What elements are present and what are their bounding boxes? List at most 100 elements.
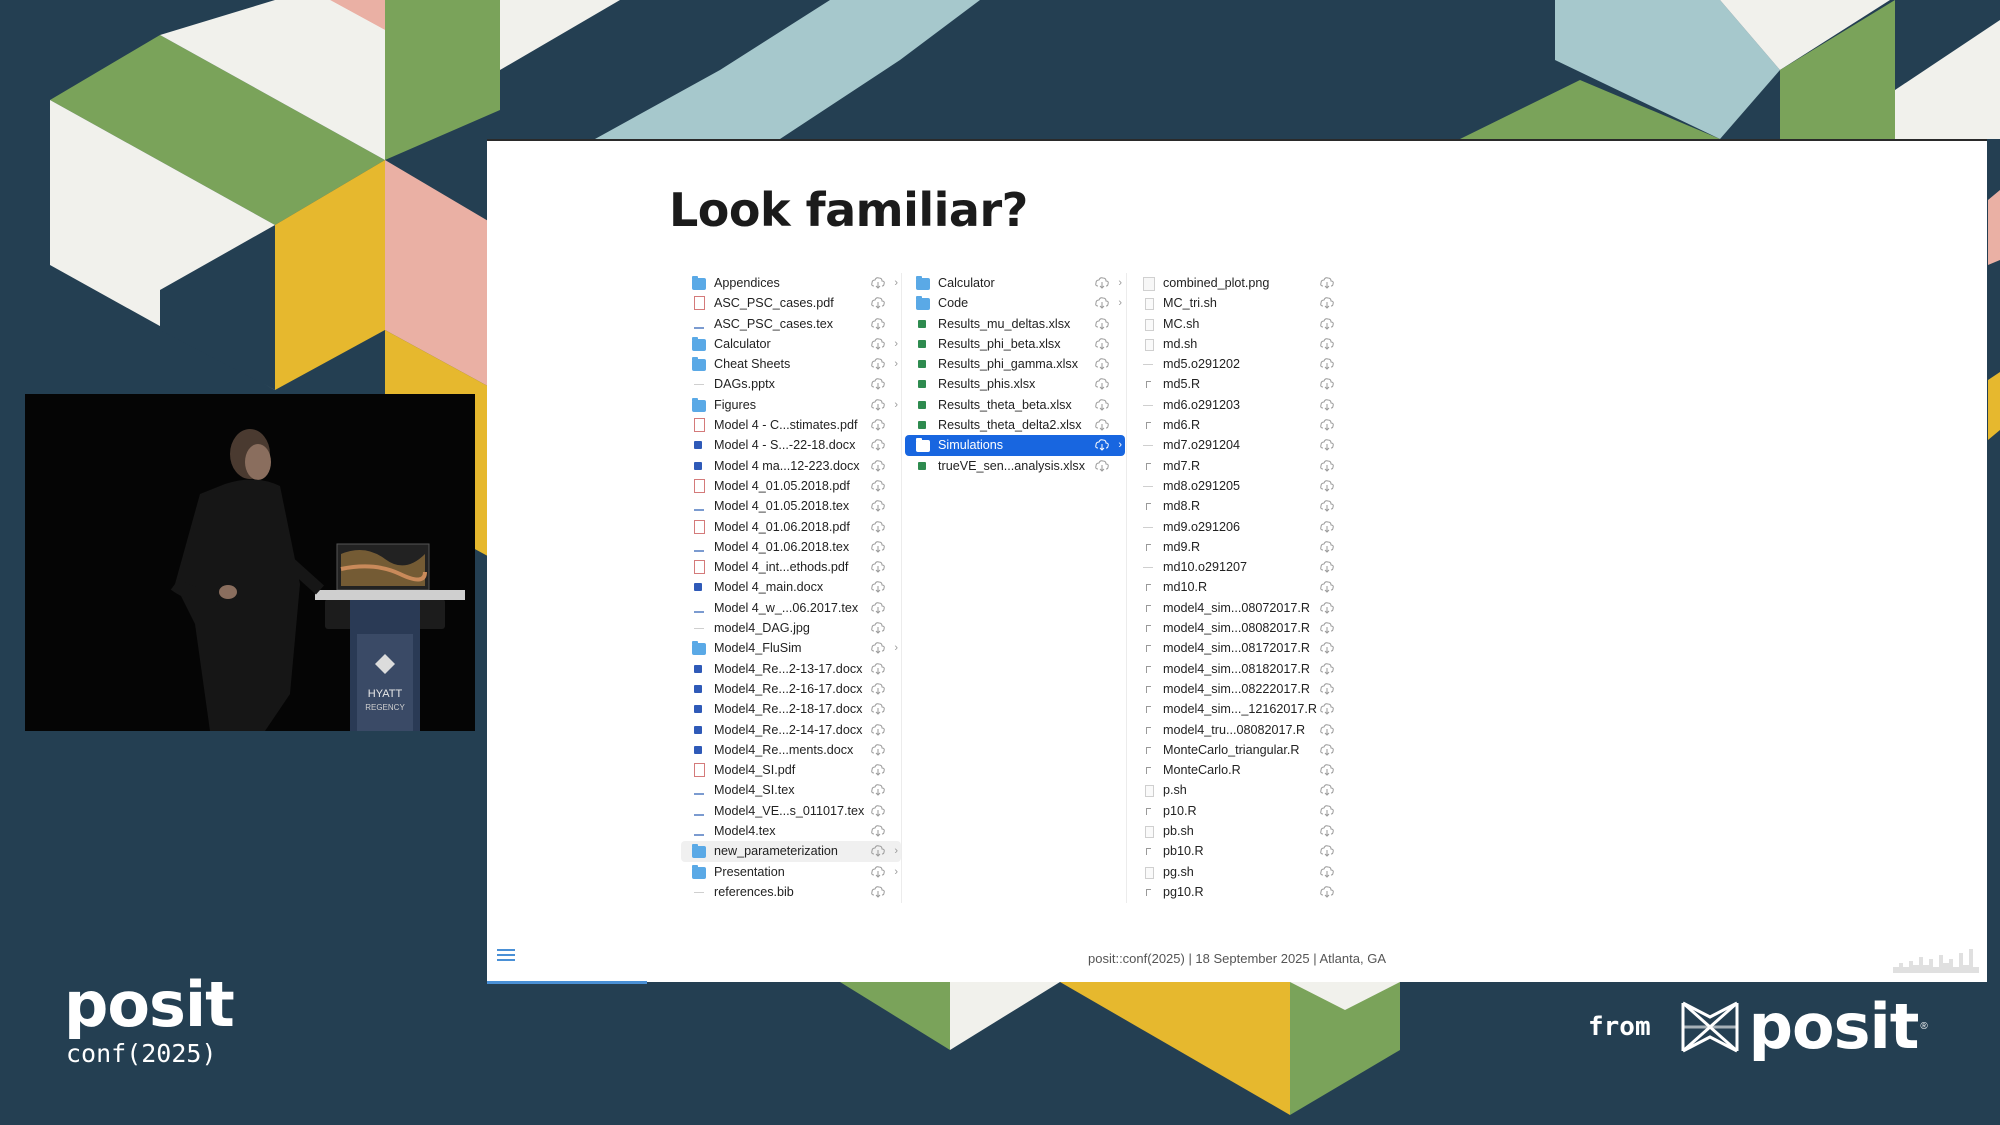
icloud-download-icon[interactable] <box>1320 602 1334 614</box>
finder-item[interactable]: model4_sim..._12162017.R <box>1130 699 1350 719</box>
finder-item[interactable]: md9.o291206 <box>1130 517 1350 537</box>
icloud-download-icon[interactable] <box>1095 439 1109 452</box>
finder-item[interactable]: Model4_Re...2-16-17.docx <box>681 679 901 699</box>
finder-item[interactable]: combined_plot.png <box>1130 273 1350 293</box>
icloud-download-icon[interactable] <box>871 500 885 512</box>
finder-item[interactable]: Model4_Re...2-18-17.docx <box>681 699 901 719</box>
icloud-download-icon[interactable] <box>871 358 885 370</box>
finder-item[interactable]: md7.R <box>1130 456 1350 476</box>
icloud-download-icon[interactable] <box>1095 338 1109 350</box>
finder-item[interactable]: Model4_VE...s_011017.tex <box>681 801 901 821</box>
finder-item[interactable]: new_parameterization › <box>681 841 901 862</box>
finder-item[interactable]: Model 4_main.docx <box>681 577 901 597</box>
icloud-download-icon[interactable] <box>871 642 885 655</box>
icloud-download-icon[interactable] <box>1320 703 1334 715</box>
finder-item[interactable]: Appendices › <box>681 273 901 293</box>
finder-item[interactable]: Model4_SI.pdf <box>681 760 901 780</box>
icloud-download-icon[interactable] <box>871 703 885 715</box>
icloud-download-icon[interactable] <box>871 297 885 310</box>
icloud-download-icon[interactable] <box>1095 277 1109 289</box>
icloud-download-icon[interactable] <box>871 317 885 330</box>
finder-item[interactable]: md5.R <box>1130 374 1350 394</box>
finder-item[interactable]: md8.o291205 <box>1130 476 1350 496</box>
finder-item[interactable]: Model4_Re...2-14-17.docx <box>681 720 901 740</box>
icloud-download-icon[interactable] <box>871 541 885 553</box>
icloud-download-icon[interactable] <box>871 277 885 289</box>
finder-item[interactable]: ASC_PSC_cases.pdf <box>681 293 901 313</box>
finder-item[interactable]: Model 4_01.05.2018.pdf <box>681 476 901 496</box>
icloud-download-icon[interactable] <box>871 459 885 472</box>
finder-item[interactable]: md9.R <box>1130 537 1350 557</box>
finder-item[interactable]: MonteCarlo.R <box>1130 760 1350 780</box>
icloud-download-icon[interactable] <box>1320 561 1334 573</box>
icloud-download-icon[interactable] <box>1320 419 1334 431</box>
icloud-download-icon[interactable] <box>871 683 885 695</box>
finder-item[interactable]: Model 4 - C...stimates.pdf <box>681 415 901 435</box>
icloud-download-icon[interactable] <box>1095 297 1109 310</box>
finder-item[interactable]: model4_sim...08172017.R <box>1130 638 1350 658</box>
icloud-download-icon[interactable] <box>1320 744 1334 756</box>
finder-item[interactable]: Model 4_int...ethods.pdf <box>681 557 901 577</box>
icloud-download-icon[interactable] <box>1320 520 1334 533</box>
finder-item[interactable]: md10.o291207 <box>1130 557 1350 577</box>
icloud-download-icon[interactable] <box>1320 581 1334 594</box>
icloud-download-icon[interactable] <box>1320 399 1334 411</box>
icloud-download-icon[interactable] <box>871 865 885 878</box>
icloud-download-icon[interactable] <box>1320 845 1334 858</box>
icloud-download-icon[interactable] <box>1095 378 1109 391</box>
finder-item[interactable]: Model 4_w_...06.2017.tex <box>681 598 901 618</box>
icloud-download-icon[interactable] <box>1320 764 1334 776</box>
finder-item[interactable]: Results_theta_beta.xlsx <box>905 395 1125 415</box>
finder-item[interactable]: Results_phi_beta.xlsx <box>905 334 1125 354</box>
icloud-download-icon[interactable] <box>1320 642 1334 655</box>
icloud-download-icon[interactable] <box>1320 683 1334 695</box>
finder-item[interactable]: Simulations › <box>905 435 1125 456</box>
icloud-download-icon[interactable] <box>1320 277 1334 289</box>
finder-item[interactable]: md5.o291202 <box>1130 354 1350 374</box>
icloud-download-icon[interactable] <box>871 886 885 898</box>
finder-item[interactable]: DAGs.pptx <box>681 374 901 394</box>
finder-item[interactable]: Calculator › <box>681 334 901 354</box>
icloud-download-icon[interactable] <box>871 378 885 391</box>
finder-item[interactable]: pb.sh <box>1130 821 1350 841</box>
finder-item[interactable]: Code › <box>905 293 1125 313</box>
finder-item[interactable]: Results_mu_deltas.xlsx <box>905 314 1125 334</box>
finder-item[interactable]: Results_phis.xlsx <box>905 374 1125 394</box>
finder-item[interactable]: Cheat Sheets › <box>681 354 901 374</box>
icloud-download-icon[interactable] <box>1320 297 1334 310</box>
icloud-download-icon[interactable] <box>1320 622 1334 634</box>
icloud-download-icon[interactable] <box>871 338 885 350</box>
icloud-download-icon[interactable] <box>871 399 885 411</box>
icloud-download-icon[interactable] <box>1320 662 1334 675</box>
finder-item[interactable]: MC.sh <box>1130 314 1350 334</box>
icloud-download-icon[interactable] <box>1095 459 1109 472</box>
icloud-download-icon[interactable] <box>1320 886 1334 898</box>
icloud-download-icon[interactable] <box>1320 459 1334 472</box>
finder-item[interactable]: model4_sim...08072017.R <box>1130 598 1350 618</box>
finder-item[interactable]: Model 4_01.06.2018.tex <box>681 537 901 557</box>
finder-item[interactable]: Results_phi_gamma.xlsx <box>905 354 1125 374</box>
finder-item[interactable]: model4_sim...08222017.R <box>1130 679 1350 699</box>
icloud-download-icon[interactable] <box>871 845 885 858</box>
icloud-download-icon[interactable] <box>1320 723 1334 736</box>
finder-item[interactable]: MonteCarlo_triangular.R <box>1130 740 1350 760</box>
finder-item[interactable]: model4_sim...08182017.R <box>1130 659 1350 679</box>
icloud-download-icon[interactable] <box>871 520 885 533</box>
icloud-download-icon[interactable] <box>1320 541 1334 553</box>
icloud-download-icon[interactable] <box>871 825 885 837</box>
finder-item[interactable]: md10.R <box>1130 577 1350 597</box>
icloud-download-icon[interactable] <box>871 439 885 452</box>
icloud-download-icon[interactable] <box>871 744 885 756</box>
finder-item[interactable]: md6.o291203 <box>1130 395 1350 415</box>
finder-item[interactable]: p10.R <box>1130 801 1350 821</box>
finder-item[interactable]: trueVE_sen...analysis.xlsx <box>905 456 1125 476</box>
finder-item[interactable]: pg.sh <box>1130 862 1350 882</box>
icloud-download-icon[interactable] <box>871 804 885 817</box>
icloud-download-icon[interactable] <box>871 602 885 614</box>
finder-item[interactable]: p.sh <box>1130 780 1350 800</box>
icloud-download-icon[interactable] <box>1320 865 1334 878</box>
finder-item[interactable]: ASC_PSC_cases.tex <box>681 314 901 334</box>
icloud-download-icon[interactable] <box>1320 500 1334 512</box>
icloud-download-icon[interactable] <box>871 622 885 634</box>
finder-item[interactable]: Model4_Re...ments.docx <box>681 740 901 760</box>
